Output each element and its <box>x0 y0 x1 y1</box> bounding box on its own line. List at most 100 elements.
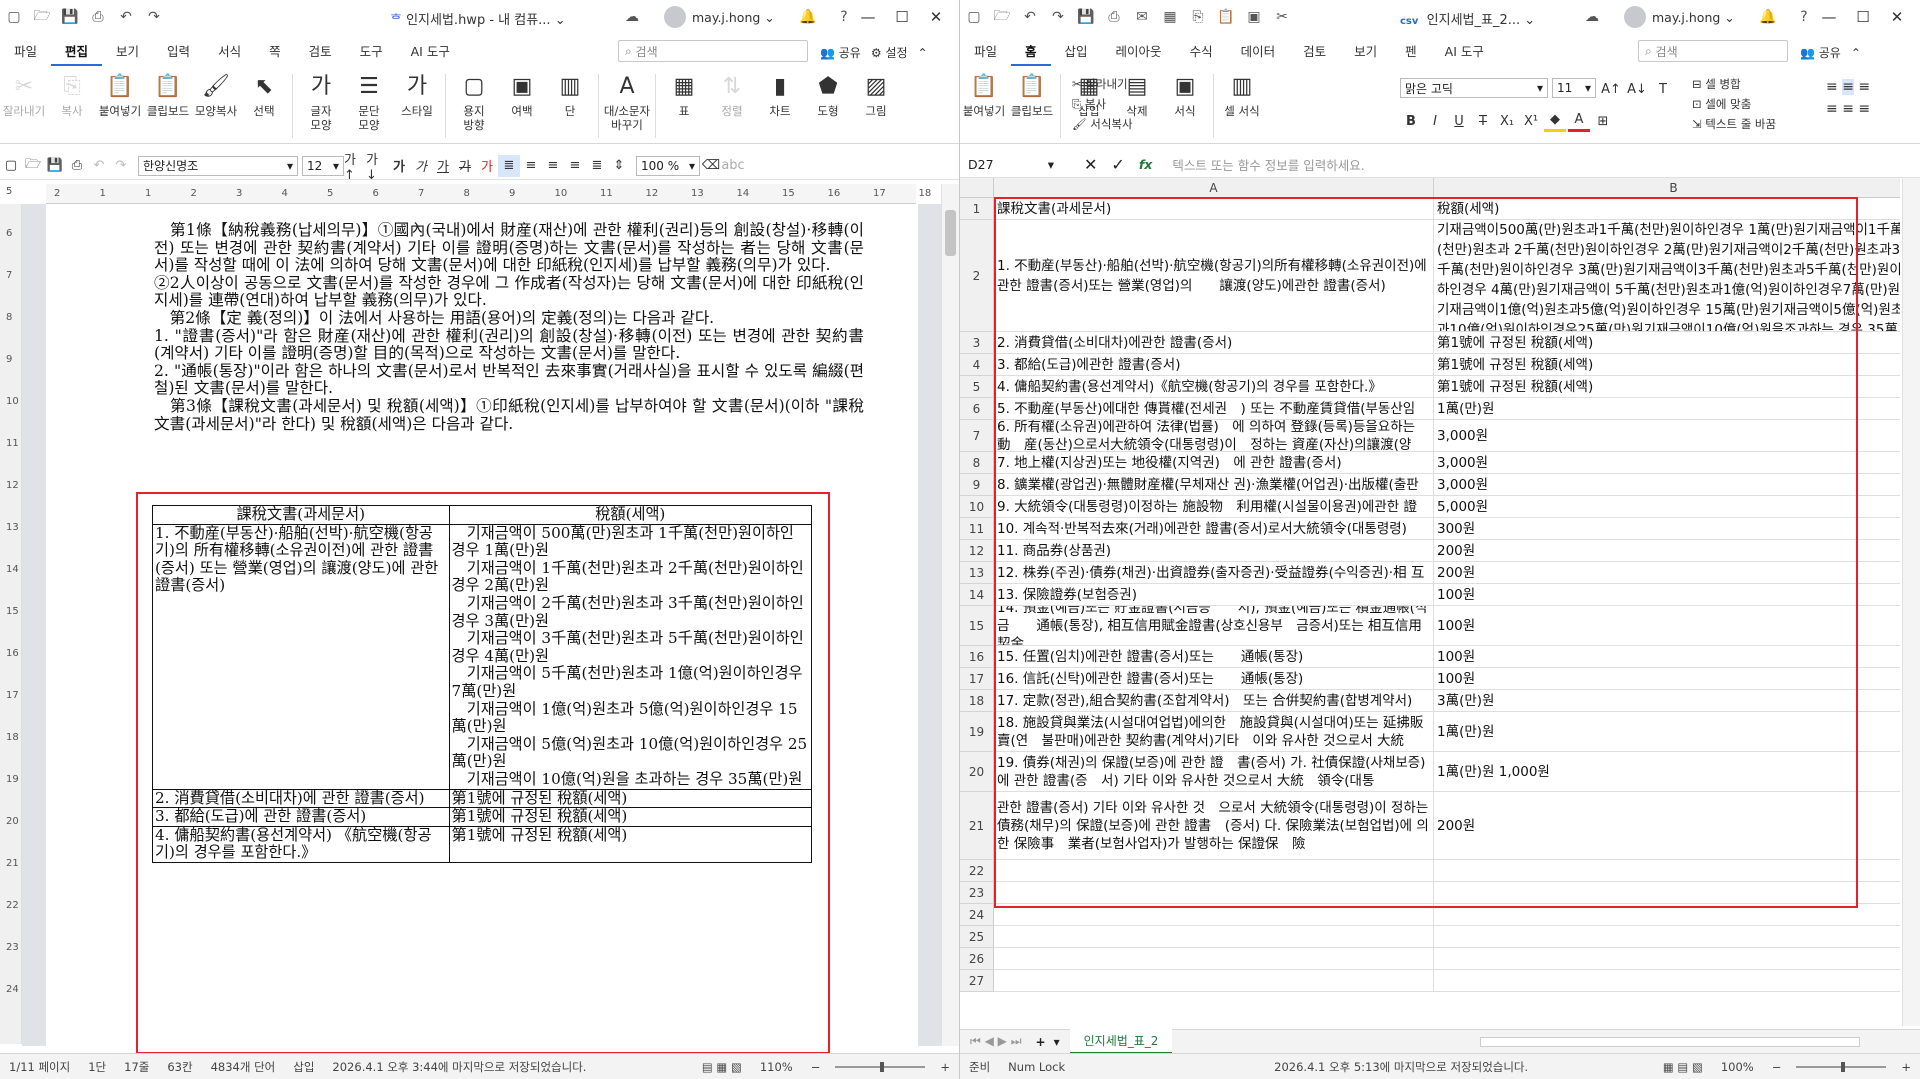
line-spacing-icon[interactable]: ⇕ <box>608 155 630 177</box>
font-color-icon[interactable]: A <box>1568 110 1590 132</box>
zoom-slider[interactable] <box>835 1061 926 1072</box>
align-center-icon[interactable]: ≡ <box>1842 101 1854 117</box>
horizontal-ruler[interactable]: 2 1 1 2 3 4 5 6 7 8 9 10 11 12 13 14 15 16 17 18 <box>46 184 931 204</box>
undo-icon[interactable]: ↶ <box>1019 6 1041 28</box>
merge-option-0[interactable]: ⊟ 셀 병합 <box>1692 74 1776 94</box>
print-icon[interactable]: ⎙ <box>1103 6 1125 28</box>
bold-icon[interactable]: 가 <box>388 155 410 177</box>
row-header[interactable]: 19 <box>960 712 994 752</box>
maximize-icon[interactable]: ☐ <box>1846 8 1880 26</box>
row-header[interactable]: 4 <box>960 354 994 376</box>
align-left-icon[interactable]: ≡ <box>1826 101 1838 117</box>
menu-0[interactable]: 파일 <box>960 38 1011 66</box>
align-left-icon[interactable]: ≡ <box>520 155 542 177</box>
align-center-icon[interactable]: ≡ <box>542 155 564 177</box>
row-header[interactable]: 6 <box>960 398 994 420</box>
vertical-scrollbar[interactable] <box>941 184 959 1046</box>
zoom-select[interactable]: 100 % ▾ <box>636 155 700 176</box>
format-clear-icon[interactable]: ⌫ <box>700 155 722 177</box>
paste-icon[interactable]: 📋 <box>1215 6 1237 28</box>
underline-icon[interactable]: U <box>1448 110 1470 132</box>
ribbon-button-15[interactable]: A 대/소문자 바꾸기 <box>603 68 651 133</box>
clipboard-small-0[interactable]: ✂ 잘라내기 <box>1072 74 1133 94</box>
menu-2[interactable]: 삽입 <box>1051 38 1102 66</box>
font-shrink-icon[interactable]: A↓ <box>1626 78 1648 100</box>
save-icon[interactable]: 💾 <box>59 6 81 28</box>
zoom-in-icon[interactable]: + <box>940 1060 950 1074</box>
scroll-thumb[interactable] <box>945 210 956 256</box>
strike-icon[interactable]: 가 <box>454 155 476 177</box>
zoom-slider[interactable] <box>1796 1061 1887 1072</box>
share-button[interactable]: 👥 공유 <box>820 44 861 61</box>
row-header[interactable]: 16 <box>960 646 994 668</box>
font-shrink-icon[interactable]: 가↓ <box>366 153 388 183</box>
menu-3[interactable]: 입력 <box>153 38 204 66</box>
zoom-out-icon[interactable]: − <box>1772 1060 1782 1074</box>
ribbon-button-7[interactable]: 가 글자 모양 <box>297 68 345 133</box>
row-header[interactable]: 17 <box>960 668 994 690</box>
font-size-select[interactable]: 12 ▾ <box>302 155 344 176</box>
row-header[interactable]: 25 <box>960 926 994 948</box>
row-header[interactable]: 3 <box>960 332 994 354</box>
ribbon-button-8[interactable]: ☰ 문단 모양 <box>345 68 393 133</box>
align-justify-icon[interactable]: ≣ <box>498 154 520 177</box>
row-header[interactable]: 15 <box>960 606 994 646</box>
cell-b[interactable] <box>1434 926 1900 948</box>
table-icon[interactable]: ▦ <box>1159 6 1181 28</box>
row-header[interactable]: 11 <box>960 518 994 540</box>
menu-8[interactable]: 펜 <box>1391 38 1431 66</box>
menu-9[interactable]: AI 도구 <box>1431 38 1498 66</box>
sheet-list-icon[interactable]: ▾ <box>1054 1035 1060 1049</box>
menu-4[interactable]: 수식 <box>1176 38 1227 66</box>
menu-7[interactable]: 도구 <box>346 38 397 66</box>
print-icon[interactable]: ⎙ <box>66 155 88 177</box>
add-sheet-icon[interactable]: + <box>1036 1035 1046 1049</box>
row-header[interactable]: 9 <box>960 474 994 496</box>
font-color-icon[interactable]: 가 <box>476 155 498 177</box>
font-name-select[interactable]: 맑은 고딕 ▾ <box>1400 78 1548 98</box>
view-icon[interactable]: ▤ ▦ ▧ <box>702 1060 742 1074</box>
row-header[interactable]: 26 <box>960 948 994 970</box>
menu-4[interactable]: 서식 <box>204 38 255 66</box>
search-input[interactable]: ⌕ 검색 <box>618 40 808 62</box>
fill-color-icon[interactable]: ◆ <box>1544 110 1566 132</box>
name-box[interactable]: D27 ▾ <box>968 157 1054 172</box>
ribbon-button-11[interactable]: ▢ 용지 방향 <box>450 68 498 133</box>
bell-icon[interactable]: 🔔 <box>797 6 819 28</box>
row-header[interactable]: 23 <box>960 882 994 904</box>
open-folder-icon[interactable]: 🗁 <box>31 6 53 28</box>
formula-input[interactable]: 텍스트 또는 함수 정보를 입력하세요. <box>1172 155 1364 174</box>
row-header[interactable]: 22 <box>960 860 994 882</box>
copy-icon[interactable]: ⎘ <box>1187 6 1209 28</box>
cell-a[interactable] <box>994 970 1434 992</box>
cell-b[interactable] <box>1434 948 1900 970</box>
ribbon-button-21[interactable]: ▨ 그림 <box>852 68 900 119</box>
row-header[interactable]: 27 <box>960 970 994 992</box>
search-input[interactable]: ⌕ 검색 <box>1638 40 1788 62</box>
column-header[interactable]: B <box>1434 178 1900 198</box>
ribbon-button-17[interactable]: ▦ 표 <box>660 68 708 119</box>
align-bottom-icon[interactable]: ≡ <box>1858 79 1870 95</box>
close-icon[interactable]: ✕ <box>1880 8 1914 26</box>
maximize-icon[interactable]: ☐ <box>885 8 919 26</box>
undo-icon[interactable]: ↶ <box>88 155 110 177</box>
ribbon-button-0[interactable]: ✂ 잘라내기 <box>0 68 48 119</box>
ribbon-button-19[interactable]: ▮ 차트 <box>756 68 804 119</box>
share-button[interactable]: 👥 공유 <box>1800 44 1841 61</box>
align-right-icon[interactable]: ≡ <box>1858 101 1870 117</box>
row-header[interactable]: 14 <box>960 584 994 606</box>
new-icon[interactable]: ▢ <box>0 155 22 177</box>
ribbon-button-3[interactable]: 📋 클립보드 <box>144 68 192 119</box>
menu-5[interactable]: 데이터 <box>1227 38 1290 66</box>
ribbon-button-18[interactable]: ⇅ 정렬 <box>708 68 756 119</box>
open-folder-icon[interactable]: 🗁 <box>991 6 1013 28</box>
ribbon-button-4[interactable]: 🖌 모양복사 <box>192 68 240 119</box>
cut-icon[interactable]: ✂ <box>1271 6 1293 28</box>
zoom-control[interactable]: ▦ ▤ ▧ 100% − + <box>1654 1060 1920 1074</box>
italic-icon[interactable]: 가 <box>410 155 432 177</box>
align-top-icon[interactable]: ≡ <box>1826 79 1838 95</box>
menu-1[interactable]: 편집 <box>51 38 103 66</box>
cloud-icon[interactable]: ☁ <box>621 6 643 28</box>
ribbon-button-12[interactable]: ▣ 여백 <box>498 68 546 119</box>
row-header[interactable]: 1 <box>960 198 994 220</box>
